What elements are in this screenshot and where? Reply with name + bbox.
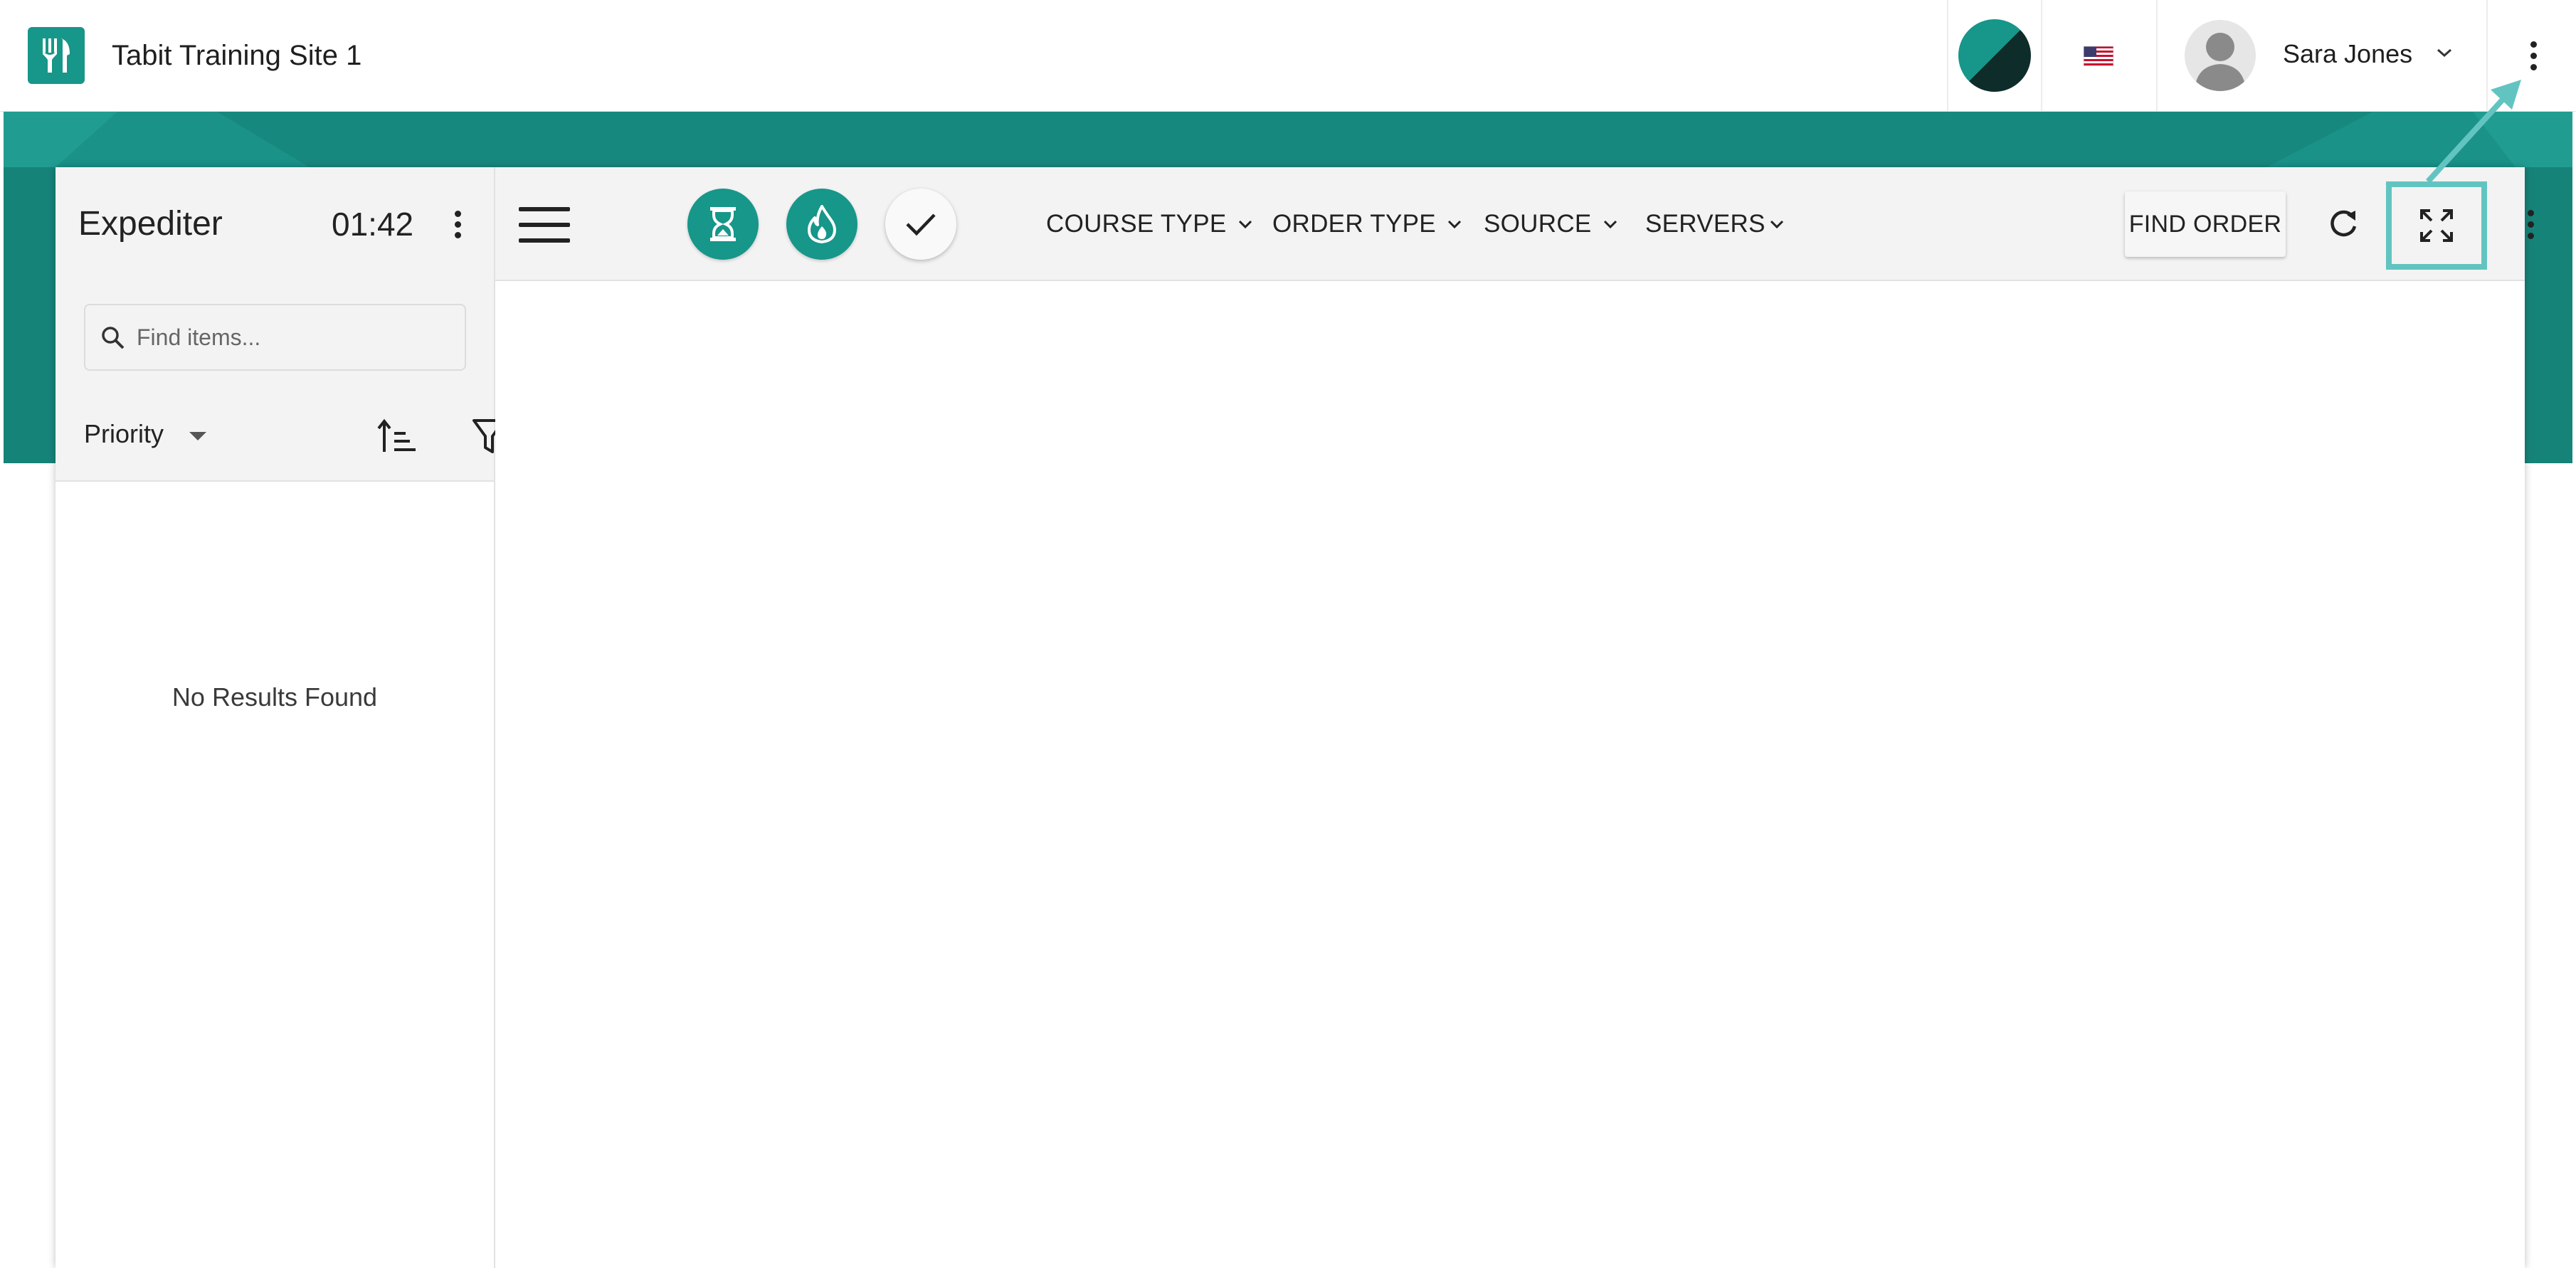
orders-area [495,281,2525,1268]
expediter-card: Expediter 01:42 Priority [56,167,2534,1268]
divider [2156,0,2158,111]
search-field[interactable] [84,304,466,371]
caret-down-icon[interactable] [188,430,208,442]
find-order-button[interactable]: FIND ORDER [2125,191,2286,257]
sort-select[interactable]: Priority [84,416,164,452]
dropdown-label: SERVERS [1645,210,1765,238]
chevron-down-icon [1447,220,1461,229]
theme-toggle-icon[interactable] [1958,19,2031,92]
dropdown-label: SOURCE [1484,210,1592,238]
divider [2486,0,2488,111]
refresh-icon[interactable] [2326,206,2361,242]
more-vert-icon[interactable] [2516,203,2545,245]
avatar[interactable] [2185,20,2256,91]
fire-filter-button[interactable] [786,189,857,260]
left-panel-header: Expediter 01:42 [56,167,494,281]
course-type-dropdown[interactable]: COURSE TYPE [1046,206,1254,242]
pending-filter-button[interactable] [687,189,759,260]
chevron-down-icon [1603,220,1617,229]
order-type-dropdown[interactable]: ORDER TYPE [1272,206,1463,242]
source-dropdown[interactable]: SOURCE [1484,206,1619,242]
us-flag-icon[interactable] [2084,46,2113,66]
left-panel: Expediter 01:42 Priority [56,167,505,1268]
chevron-down-icon[interactable] [2434,46,2455,60]
panel-title: Expediter [78,205,223,243]
sort-order-icon[interactable] [377,418,417,455]
page: Tabit Training Site 1 Sara Jones Expedit… [0,0,2576,1268]
more-vert-icon[interactable] [443,206,472,242]
top-app-bar: Tabit Training Site 1 Sara Jones [0,0,2576,112]
dropdown-label: COURSE TYPE [1046,210,1227,238]
fire-icon [808,205,836,243]
empty-state-message: No Results Found [171,682,378,712]
timer: 01:42 [332,206,414,243]
chevron-down-icon [1770,220,1783,229]
site-title: Tabit Training Site 1 [112,40,362,71]
fork-knife-icon[interactable] [28,27,85,84]
search-input[interactable] [135,305,455,369]
divider [1947,0,1948,111]
done-filter-button[interactable] [885,189,956,260]
hourglass-icon [710,207,736,241]
fullscreen-button[interactable] [2386,181,2487,270]
dropdown-label: ORDER TYPE [1272,210,1436,238]
check-icon [906,213,936,236]
main-toolbar: COURSE TYPE ORDER TYPE SOURCE SERVERS FI… [495,167,2534,281]
more-vert-icon[interactable] [2519,33,2548,78]
chevron-down-icon [1238,220,1252,229]
divider [2041,0,2042,111]
user-name[interactable]: Sara Jones [2283,36,2412,73]
search-icon [102,327,125,349]
fullscreen-expand-icon [2420,209,2453,242]
menu-icon[interactable] [519,207,570,243]
servers-dropdown[interactable]: SERVERS [1645,206,1785,242]
